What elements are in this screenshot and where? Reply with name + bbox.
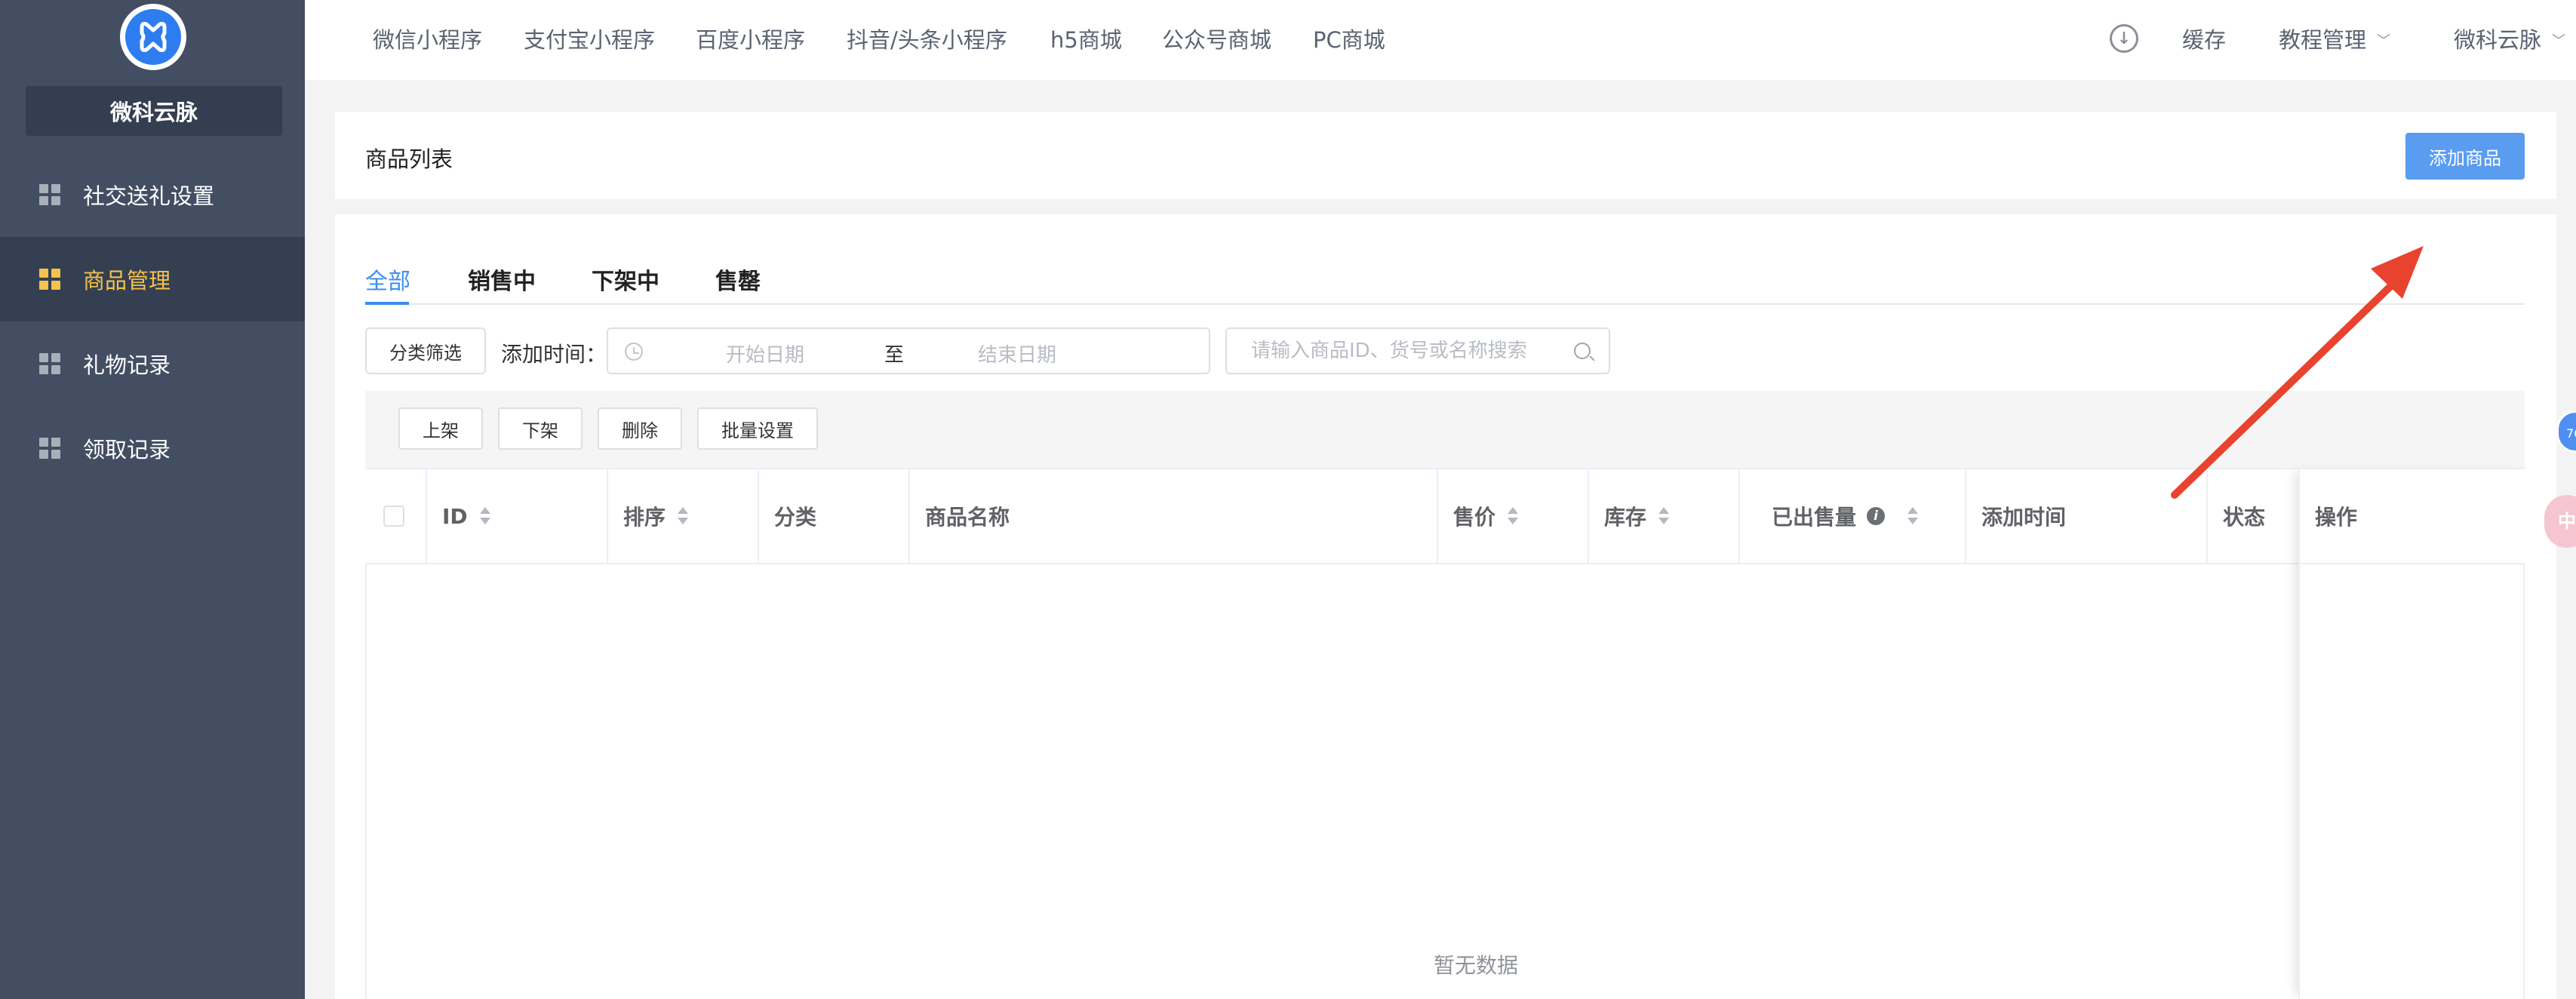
nav-link-h5-mall[interactable]: h5商城	[1050, 23, 1122, 54]
date-range-picker[interactable]: 开始日期 至 结束日期	[607, 327, 1210, 374]
batch-settings-button[interactable]: 批量设置	[697, 407, 818, 450]
column-header-status: 状态	[2206, 468, 2300, 564]
empty-state-text: 暂无数据	[1434, 953, 1519, 978]
floating-badge-blue[interactable]: 76	[2556, 410, 2576, 453]
column-header-sort-order[interactable]: 排序	[607, 468, 758, 564]
clock-icon	[625, 343, 643, 361]
sidebar-item-claim-records[interactable]: 领取记录	[0, 406, 305, 490]
nav-link-wechat-miniprogram[interactable]: 微信小程序	[373, 23, 482, 54]
sort-icon[interactable]	[479, 506, 490, 526]
column-label: 状态	[2223, 505, 2266, 530]
column-label: 售价	[1453, 505, 1496, 530]
column-header-stock[interactable]: 库存	[1588, 468, 1738, 564]
tab-divider	[365, 303, 2525, 305]
column-header-product-name: 商品名称	[908, 468, 1438, 564]
batch-delist-button[interactable]: 下架	[498, 407, 583, 450]
nav-link-baidu-miniprogram[interactable]: 百度小程序	[696, 23, 805, 54]
column-header-sold-quantity[interactable]: 已出售量 i	[1738, 468, 1966, 564]
column-label: 添加时间	[1981, 505, 2067, 530]
sort-icon[interactable]	[1907, 506, 1919, 526]
info-icon[interactable]: i	[1867, 507, 1886, 525]
sidebar-item-label: 社交送礼设置	[83, 183, 215, 209]
column-label: 库存	[1604, 505, 1647, 530]
date-range-separator: 至	[884, 344, 905, 367]
column-label: 商品名称	[925, 505, 1010, 530]
search-input[interactable]: 请输入商品ID、货号或名称搜索	[1225, 327, 1610, 374]
page-header-card: 商品列表	[335, 112, 2556, 199]
active-tab-indicator	[365, 302, 409, 305]
sort-icon[interactable]	[1508, 506, 1519, 526]
date-filter-label: 添加时间：	[501, 342, 607, 367]
sidebar-item-gift-records[interactable]: 礼物记录	[0, 321, 305, 406]
sidebar: 微科云脉 社交送礼设置 商品管理 礼物记录 领取记录	[0, 0, 305, 999]
batch-action-bar	[365, 391, 2525, 468]
tab-off-shelf[interactable]: 下架中	[592, 263, 659, 296]
page-title: 商品列表	[365, 146, 453, 172]
chevron-down-icon: ﹀	[2552, 33, 2566, 49]
grid-icon	[39, 269, 60, 290]
sidebar-item-label: 领取记录	[83, 437, 171, 463]
column-label: 操作	[2315, 505, 2358, 530]
column-label: 已出售量	[1772, 505, 1857, 530]
category-filter-button[interactable]: 分类筛选	[365, 327, 486, 374]
nav-link-official-account-mall[interactable]: 公众号商城	[1162, 23, 1271, 54]
cache-link[interactable]: 缓存	[2182, 23, 2226, 54]
user-menu[interactable]: 微科云脉 ﹀	[2454, 23, 2565, 54]
start-date-input[interactable]: 开始日期	[726, 340, 804, 367]
tutorial-menu[interactable]: 教程管理 ﹀	[2279, 23, 2390, 54]
download-icon[interactable]: ↓	[2110, 24, 2138, 53]
tutorial-menu-label: 教程管理	[2279, 27, 2367, 53]
search-icon[interactable]	[1574, 343, 1591, 359]
user-name: 微科云脉	[2454, 27, 2542, 53]
column-label: ID	[442, 503, 468, 529]
select-all-checkbox[interactable]	[383, 506, 404, 527]
tab-sold-out[interactable]: 售罄	[715, 263, 761, 296]
chevron-down-icon: ﹀	[2377, 33, 2391, 49]
brand-name: 微科云脉	[26, 86, 282, 136]
sidebar-item-product-management[interactable]: 商品管理	[0, 237, 305, 321]
column-label: 分类	[774, 505, 817, 530]
column-header-operations: 操作	[2298, 468, 2525, 564]
sort-icon[interactable]	[678, 506, 689, 526]
sidebar-item-label: 商品管理	[83, 268, 171, 294]
grid-icon	[39, 184, 60, 205]
column-header-category: 分类	[758, 468, 908, 564]
tab-on-sale[interactable]: 销售中	[468, 263, 536, 296]
logo-icon	[125, 9, 181, 65]
nav-link-douyin-miniprogram[interactable]: 抖音/头条小程序	[847, 23, 1007, 54]
logo[interactable]	[120, 4, 186, 70]
column-label: 排序	[623, 505, 666, 530]
nav-link-pc-mall[interactable]: PC商城	[1313, 23, 1385, 54]
nav-link-alipay-miniprogram[interactable]: 支付宝小程序	[524, 23, 655, 54]
grid-icon	[39, 438, 60, 459]
end-date-input[interactable]: 结束日期	[978, 340, 1056, 367]
column-header-price[interactable]: 售价	[1437, 468, 1588, 564]
batch-list-button[interactable]: 上架	[398, 407, 483, 450]
sidebar-item-social-gift-settings[interactable]: 社交送礼设置	[0, 152, 305, 237]
add-product-button[interactable]: 添加商品	[2405, 133, 2525, 180]
batch-delete-button[interactable]: 删除	[598, 407, 682, 450]
tab-all[interactable]: 全部	[365, 263, 410, 296]
sidebar-item-label: 礼物记录	[83, 352, 171, 378]
sort-icon[interactable]	[1658, 506, 1670, 526]
floating-badge-pink[interactable]: 中	[2544, 495, 2576, 548]
grid-icon	[39, 353, 60, 374]
column-header-id[interactable]: ID	[426, 468, 608, 564]
column-header-added-time: 添加时间	[1965, 468, 2208, 564]
